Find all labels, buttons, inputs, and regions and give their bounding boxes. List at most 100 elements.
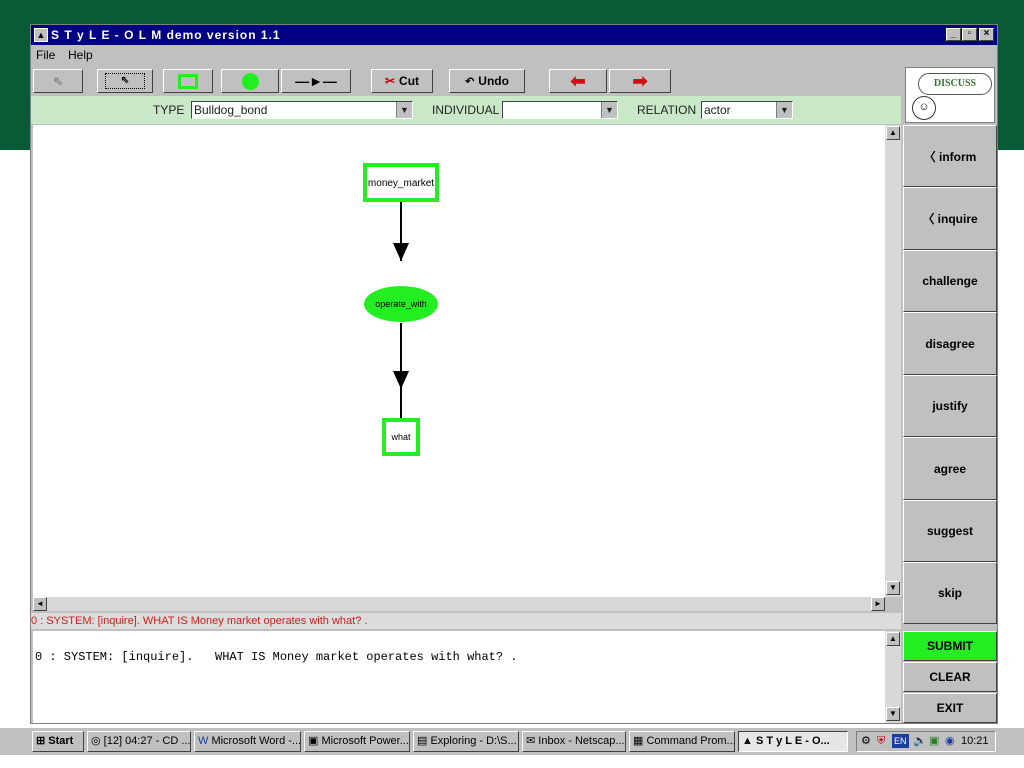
tray-globe-icon[interactable]: ◉ — [945, 732, 955, 751]
title-bar: ▲ S T y L E - O L M demo version 1.1 _ ▫… — [31, 25, 997, 45]
style-olm-icon: ▲ — [742, 735, 753, 747]
window-title: S T y L E - O L M demo version 1.1 — [51, 28, 281, 42]
left-arrow-icon: ⬅ — [570, 70, 586, 91]
toolbar: ⇖ ⇖ —►— ✂ Cut ↶ Undo ⬅ ➡ — [31, 66, 901, 96]
scroll-up-icon[interactable]: ▲ — [886, 126, 900, 140]
select-box-icon: ⇖ — [105, 73, 145, 89]
minimize-button[interactable]: _ — [946, 28, 961, 41]
add-rect-node-button[interactable] — [163, 69, 213, 93]
tray-network-icon[interactable]: ⚙ — [861, 732, 871, 751]
start-button[interactable]: ⊞ Start — [32, 731, 84, 752]
graph-svg: money_market operate_with what — [363, 163, 439, 456]
inform-button[interactable]: 〈 inform — [903, 125, 997, 187]
language-indicator[interactable]: EN — [892, 734, 909, 748]
start-label: Start — [48, 735, 74, 747]
individual-select[interactable]: ▼ — [502, 101, 618, 119]
menu-help[interactable]: Help — [68, 45, 93, 65]
agree-button[interactable]: agree — [903, 437, 997, 500]
undo-button[interactable]: ↶ Undo — [449, 69, 525, 93]
forward-button[interactable]: ➡ — [609, 69, 671, 93]
rect-node-icon — [178, 73, 198, 89]
word-icon: W — [198, 735, 209, 747]
add-arrow-button[interactable]: —►— — [281, 69, 351, 93]
scroll-up-icon[interactable]: ▲ — [886, 632, 900, 646]
scroll-left-icon[interactable]: ◄ — [33, 597, 47, 611]
explorer-icon: ▤ — [417, 735, 428, 747]
relation-value: actor — [704, 103, 731, 117]
inquire-button[interactable]: 〈 inquire — [903, 187, 997, 250]
cut-button[interactable]: ✂ Cut — [371, 69, 433, 93]
scroll-right-icon[interactable]: ► — [871, 597, 885, 611]
individual-label: INDIVIDUAL — [432, 103, 500, 117]
chevron-down-icon[interactable]: ▼ — [776, 102, 792, 118]
taskbar-item-label: [12] 04:27 - CD ... — [103, 735, 191, 747]
graph-canvas[interactable]: money_market operate_with what — [33, 125, 885, 597]
edge-arrowhead — [393, 243, 409, 261]
app-icon: ▲ — [34, 28, 48, 42]
command-prompt-icon: ▦ — [633, 735, 644, 747]
system-status-line: 0 : SYSTEM: [inquire]. WHAT IS Money mar… — [31, 613, 901, 629]
chevron-down-icon[interactable]: ▼ — [601, 102, 617, 118]
taskbar-item[interactable]: ✉ Inbox - Netscap... — [522, 731, 626, 752]
justify-button[interactable]: justify — [903, 375, 997, 437]
exit-button[interactable]: EXIT — [903, 693, 997, 723]
circle-node-icon — [241, 72, 259, 90]
undo-label: Undo — [478, 74, 509, 88]
taskbar-item[interactable]: ▤ Exploring - D:\S... — [413, 731, 519, 752]
disagree-button[interactable]: disagree — [903, 312, 997, 375]
type-value: Bulldog_bond — [194, 103, 268, 117]
taskbar-item-label: Microsoft Word -... — [211, 735, 301, 747]
cd-player-icon: ◎ — [91, 735, 101, 747]
menu-bar: File Help — [31, 45, 997, 65]
canvas-horizontal-scrollbar[interactable]: ◄ ► — [33, 597, 885, 611]
powerpoint-icon: ▣ — [308, 735, 319, 747]
smiley-face-icon: ☺ — [912, 96, 936, 120]
close-button[interactable]: × — [979, 28, 994, 41]
taskbar-item[interactable]: W Microsoft Word -... — [194, 731, 301, 752]
cut-label: Cut — [399, 74, 420, 88]
edge-arrowhead — [393, 371, 409, 389]
maximize-button[interactable]: ▫ — [962, 28, 977, 41]
menu-file[interactable]: File — [36, 45, 55, 65]
dialog-vertical-scrollbar[interactable]: ▲ ▼ — [885, 631, 901, 723]
skip-button[interactable]: skip — [903, 562, 997, 624]
taskbar-item[interactable]: ▣ Microsoft Power... — [304, 731, 410, 752]
netscape-icon: ✉ — [526, 735, 536, 747]
relation-select[interactable]: actor ▼ — [701, 101, 793, 119]
taskbar-item-label: S T y L E - O... — [755, 735, 830, 747]
type-label: TYPE — [153, 103, 185, 117]
scissors-icon: ✂ — [384, 74, 396, 88]
pointer-tool-button[interactable]: ⇖ — [33, 69, 83, 93]
selector-bar: TYPE Bulldog_bond ▼ INDIVIDUAL ▼ RELATIO… — [31, 96, 901, 124]
right-arrow-icon: ➡ — [632, 70, 648, 91]
challenge-button[interactable]: challenge — [903, 250, 997, 312]
taskbar-item[interactable]: ▦ Command Prom... — [629, 731, 735, 752]
submit-button[interactable]: SUBMIT — [903, 631, 997, 661]
discuss-logo: DISCUSS ☺ — [905, 67, 995, 123]
select-tool-button[interactable]: ⇖ — [97, 69, 153, 93]
taskbar-item-label: Microsoft Power... — [321, 735, 409, 747]
clock: 10:21 — [961, 735, 989, 747]
taskbar-item[interactable]: ◎ [12] 04:27 - CD ... — [87, 731, 191, 752]
scroll-down-icon[interactable]: ▼ — [886, 707, 900, 721]
back-button[interactable]: ⬅ — [549, 69, 607, 93]
type-select[interactable]: Bulldog_bond ▼ — [191, 101, 413, 119]
chevron-down-icon[interactable]: ▼ — [396, 102, 412, 118]
taskbar-item-label: Inbox - Netscap... — [538, 735, 625, 747]
node-label: operate_with — [375, 299, 427, 309]
tray-shield-icon[interactable]: ⛨ — [877, 732, 885, 751]
add-ellipse-node-button[interactable] — [221, 69, 279, 93]
arrow-link-icon: —►— — [295, 73, 337, 89]
taskbar-item-active[interactable]: ▲ S T y L E - O... — [738, 731, 848, 752]
scroll-down-icon[interactable]: ▼ — [886, 581, 900, 595]
clear-button[interactable]: CLEAR — [903, 662, 997, 692]
tray-app-icon[interactable]: ▣ — [929, 732, 939, 751]
taskbar-item-label: Exploring - D:\S... — [430, 735, 517, 747]
canvas-vertical-scrollbar[interactable]: ▲ ▼ — [885, 125, 901, 597]
node-label: money_market — [368, 178, 434, 189]
system-tray: ⚙ ⛨ EN 🔈 ▣ ◉ 10:21 — [856, 731, 996, 752]
volume-icon[interactable]: 🔈 — [913, 732, 927, 751]
pointer-icon: ⇖ — [52, 74, 64, 88]
suggest-button[interactable]: suggest — [903, 500, 997, 562]
dialog-text-area[interactable]: 0 : SYSTEM: [inquire]. WHAT IS Money mar… — [33, 631, 885, 723]
